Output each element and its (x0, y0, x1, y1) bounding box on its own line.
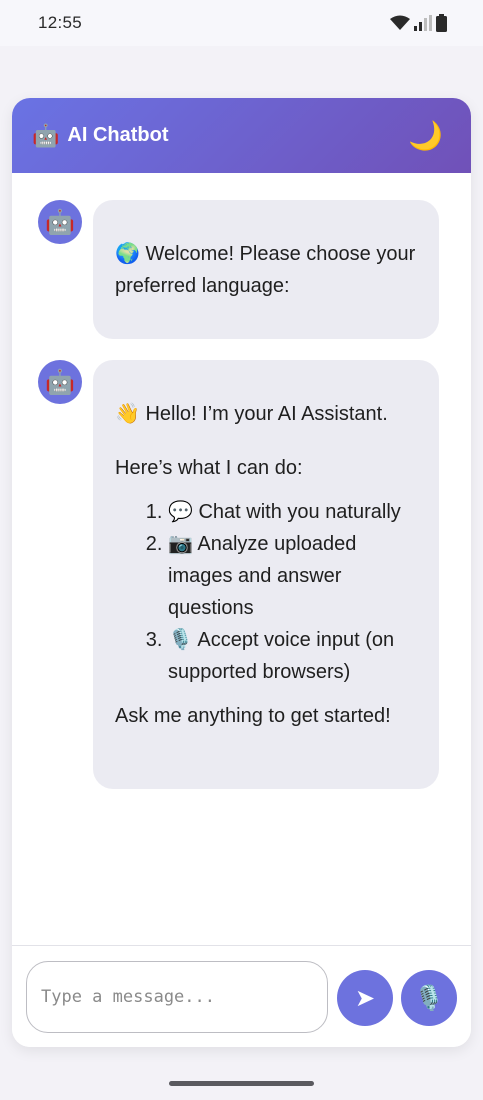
list-item: 🎙️ Accept voice input (on supported brow… (168, 624, 417, 688)
chat-header: 🤖 AI Chatbot 🌙 (12, 98, 471, 173)
message-intro: Here’s what I can do: (115, 457, 303, 479)
list-item: 📷 Analyze uploaded images and answer que… (168, 528, 417, 624)
message-greeting: 👋 Hello! I’m your AI Assistant. (115, 403, 388, 425)
message-text: 🌍 Welcome! Please choose your preferred … (115, 243, 416, 297)
list-item: 💬 Chat with you naturally (168, 496, 417, 528)
bot-message: 🤖 🌍 Welcome! Please choose your preferre… (38, 200, 439, 339)
signal-icon (414, 15, 432, 31)
status-time: 12:55 (38, 13, 83, 32)
composer-bar: ➤ 🎙️ (12, 945, 471, 1047)
chat-window: 🤖 AI Chatbot 🌙 🤖 🌍 Welcome! Please choos… (12, 98, 471, 1047)
send-icon: ➤ (354, 984, 376, 1012)
wifi-icon (390, 15, 410, 31)
moon-icon[interactable]: 🌙 (408, 121, 443, 150)
robot-icon: 🤖 (32, 122, 60, 148)
message-list[interactable]: 🤖 🌍 Welcome! Please choose your preferre… (12, 173, 471, 945)
message-bubble: 👋 Hello! I’m your AI Assistant. Here’s w… (93, 360, 439, 789)
status-icons (390, 14, 447, 32)
bot-avatar: 🤖 (38, 360, 82, 404)
app-title: 🤖 AI Chatbot (32, 123, 169, 149)
voice-input-button[interactable]: 🎙️ (401, 970, 457, 1026)
microphone-icon: 🎙️ (414, 984, 444, 1012)
bot-message: 🤖 👋 Hello! I’m your AI Assistant. Here’s… (38, 360, 439, 789)
send-button[interactable]: ➤ (337, 970, 393, 1026)
feature-list: 💬 Chat with you naturally 📷 Analyze uplo… (115, 496, 417, 688)
message-input[interactable] (26, 961, 328, 1033)
message-closing: Ask me anything to get started! (115, 705, 391, 727)
home-indicator[interactable] (169, 1081, 314, 1086)
status-bar: 12:55 (0, 0, 483, 46)
battery-icon (436, 14, 447, 32)
bot-avatar: 🤖 (38, 200, 82, 244)
message-bubble: 🌍 Welcome! Please choose your preferred … (93, 200, 439, 339)
app-title-text: AI Chatbot (67, 124, 169, 146)
